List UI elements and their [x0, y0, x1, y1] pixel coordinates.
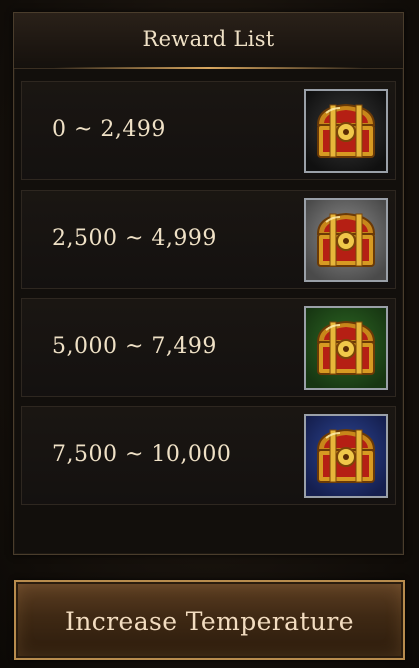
- treasure-chest-icon: [312, 316, 380, 380]
- reward-list-panel: Reward List 0 ~ 2,499 2,500 ~ 4,999 5,00…: [13, 12, 404, 555]
- reward-chest-slot[interactable]: [304, 306, 388, 390]
- panel-header: Reward List: [14, 13, 403, 69]
- reward-range-label: 7,500 ~ 10,000: [52, 442, 232, 467]
- treasure-chest-icon: [312, 99, 380, 163]
- reward-row: 5,000 ~ 7,499: [21, 298, 396, 397]
- reward-row: 2,500 ~ 4,999: [21, 190, 396, 289]
- increase-temperature-label: Increase Temperature: [65, 607, 354, 636]
- reward-chest-slot[interactable]: [304, 414, 388, 498]
- increase-temperature-button[interactable]: Increase Temperature: [14, 580, 405, 660]
- reward-range-label: 2,500 ~ 4,999: [52, 226, 217, 251]
- reward-row: 0 ~ 2,499: [21, 81, 396, 180]
- reward-row: 7,500 ~ 10,000: [21, 406, 396, 505]
- treasure-chest-icon: [312, 424, 380, 488]
- reward-chest-slot[interactable]: [304, 89, 388, 173]
- treasure-chest-icon: [312, 208, 380, 272]
- reward-range-label: 0 ~ 2,499: [52, 117, 166, 142]
- panel-title: Reward List: [142, 27, 275, 51]
- reward-chest-slot[interactable]: [304, 198, 388, 282]
- reward-range-label: 5,000 ~ 7,499: [52, 334, 217, 359]
